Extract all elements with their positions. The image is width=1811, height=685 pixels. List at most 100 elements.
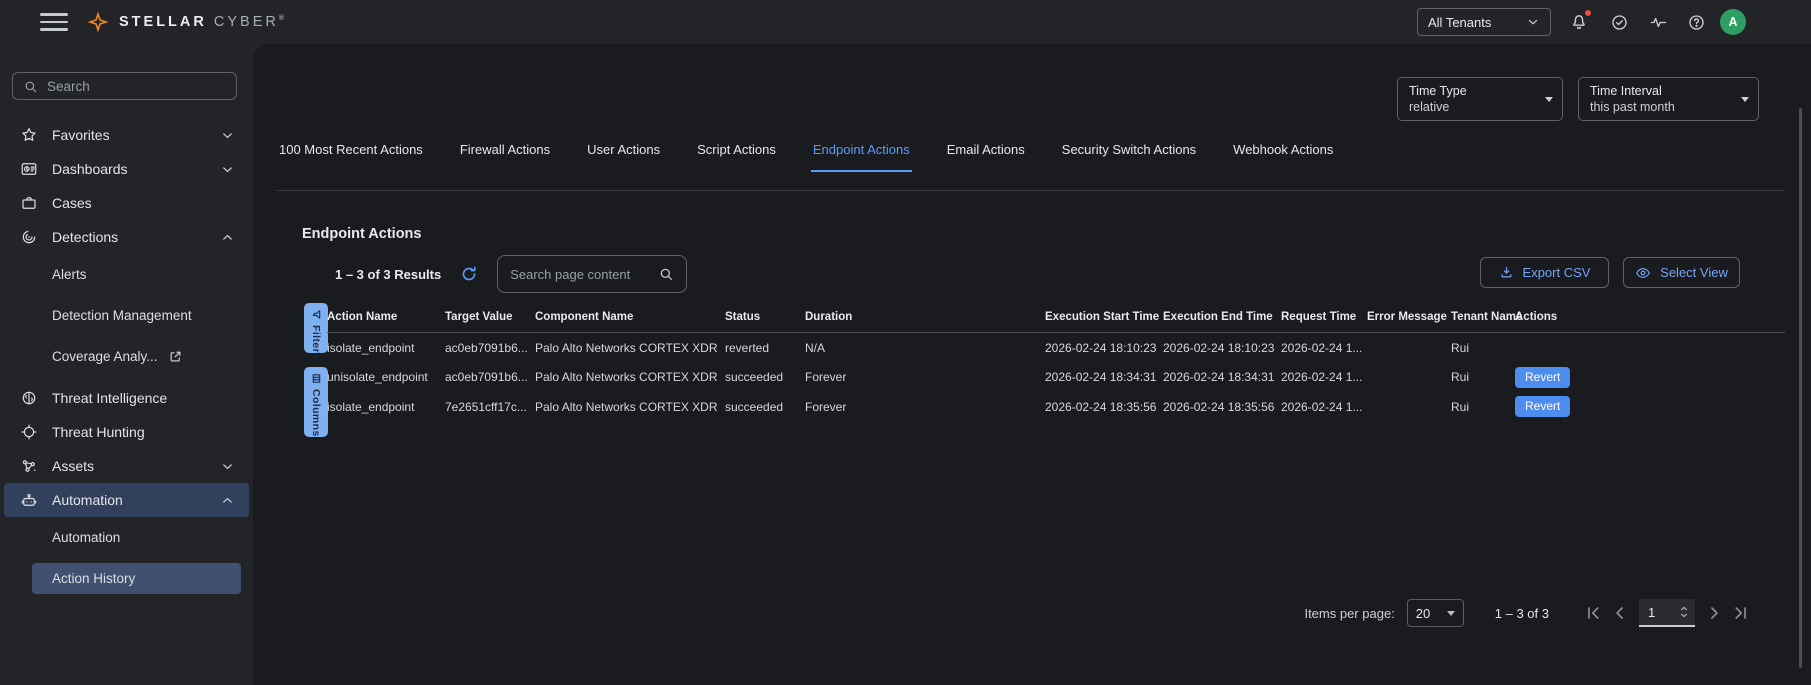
sidebar-item-coverage-analysis[interactable]: Coverage Analy... xyxy=(0,336,253,377)
column-header-error-message[interactable]: Error Message xyxy=(1367,311,1451,323)
tab-script-actions[interactable]: Script Actions xyxy=(695,128,778,172)
column-header-execution-end-time[interactable]: Execution End Time xyxy=(1163,311,1281,323)
column-header-duration[interactable]: Duration xyxy=(805,311,1045,323)
export-csv-label: Export CSV xyxy=(1523,265,1591,280)
page-title: Endpoint Actions xyxy=(302,226,421,242)
sidebar-item-automation-sub[interactable]: Automation xyxy=(0,517,253,558)
column-header-request-time[interactable]: Request Time xyxy=(1281,311,1367,323)
menu-icon[interactable] xyxy=(40,13,68,31)
time-interval-select[interactable]: Time Interval this past month xyxy=(1578,77,1759,121)
sidebar-item-detection-management[interactable]: Detection Management xyxy=(0,295,253,336)
help-icon[interactable] xyxy=(1687,13,1706,32)
cell-action-name: isolate_endpoint xyxy=(327,400,445,414)
items-per-page-value: 20 xyxy=(1416,606,1430,621)
column-header-tenant-name[interactable]: Tenant Name xyxy=(1451,311,1515,323)
tab-security-switch-actions[interactable]: Security Switch Actions xyxy=(1060,128,1198,172)
notifications-bell-icon[interactable] xyxy=(1569,11,1591,33)
tab-100-most-recent-actions[interactable]: 100 Most Recent Actions xyxy=(277,128,425,172)
cell-component-name: Palo Alto Networks CORTEX XDR xyxy=(535,370,725,384)
table-toolbar: 1 – 3 of 3 Results xyxy=(335,255,687,293)
tab-webhook-actions[interactable]: Webhook Actions xyxy=(1231,128,1335,172)
columns-button-label: Columns xyxy=(310,389,322,437)
cell-execution-end-time: 2026-02-24 18:10:23 xyxy=(1163,341,1281,355)
page-content-search-input[interactable] xyxy=(510,267,650,282)
sidebar-item-label: Coverage Analy... xyxy=(52,349,158,364)
column-header-action-name[interactable]: Action Name xyxy=(327,311,445,323)
sidebar-item-label: Action History xyxy=(52,571,135,586)
column-header-component-name[interactable]: Component Name xyxy=(535,311,725,323)
last-page-icon[interactable] xyxy=(1730,603,1750,623)
table-rail: Filters Columns xyxy=(304,303,328,437)
chevron-up-icon xyxy=(220,230,235,245)
revert-button[interactable]: Revert xyxy=(1515,396,1570,417)
items-per-page-select[interactable]: 20 xyxy=(1407,599,1464,627)
previous-page-icon[interactable] xyxy=(1610,603,1630,623)
next-page-icon[interactable] xyxy=(1704,603,1724,623)
column-header-target-value[interactable]: Target Value xyxy=(445,311,535,323)
tabs-divider xyxy=(277,190,1785,191)
system-health-pulse-icon[interactable] xyxy=(1649,13,1668,32)
tab-user-actions[interactable]: User Actions xyxy=(585,128,662,172)
sidebar-item-label: Cases xyxy=(52,195,92,211)
sidebar-item-assets[interactable]: Assets xyxy=(0,449,253,483)
tenant-selector[interactable]: All Tenants xyxy=(1417,8,1551,36)
column-header-status[interactable]: Status xyxy=(725,311,805,323)
network-nodes-icon xyxy=(20,457,38,475)
filters-button[interactable]: Filters xyxy=(304,303,328,353)
tenant-selector-value: All Tenants xyxy=(1428,15,1491,30)
first-page-icon[interactable] xyxy=(1584,603,1604,623)
scrollbar[interactable] xyxy=(1799,108,1802,668)
caret-down-icon xyxy=(1545,97,1553,102)
sidebar-item-threat-intelligence[interactable]: Threat Intelligence xyxy=(0,381,253,415)
time-type-label: Time Type xyxy=(1409,83,1536,99)
table-header-row: Action NameTarget ValueComponent NameSta… xyxy=(327,301,1785,333)
cell-status: reverted xyxy=(725,341,805,355)
sidebar-item-action-history[interactable]: Action History xyxy=(32,563,241,594)
sidebar-search[interactable] xyxy=(12,72,237,100)
cell-component-name: Palo Alto Networks CORTEX XDR xyxy=(535,400,725,414)
sidebar-item-detections[interactable]: Detections xyxy=(0,220,253,254)
time-type-select[interactable]: Time Type relative xyxy=(1397,77,1563,121)
sidebar-search-input[interactable] xyxy=(47,79,226,94)
sidebar: Favorites Dashboards Cases Detecti xyxy=(0,44,253,685)
sidebar-item-threat-hunting[interactable]: Threat Hunting xyxy=(0,415,253,449)
page-number-input[interactable] xyxy=(1648,605,1674,620)
brand-logo: STELLAR CYBER® xyxy=(86,0,284,44)
tab-endpoint-actions[interactable]: Endpoint Actions xyxy=(811,128,912,172)
column-header-execution-start-time[interactable]: Execution Start Time xyxy=(1045,311,1163,323)
export-csv-button[interactable]: Export CSV xyxy=(1480,257,1609,288)
pagination: Items per page: 20 1 – 3 of 3 xyxy=(1304,598,1753,628)
page-number-field[interactable] xyxy=(1639,599,1695,627)
cell-duration: N/A xyxy=(805,341,1045,355)
sidebar-item-automation[interactable]: Automation xyxy=(4,483,249,517)
tab-firewall-actions[interactable]: Firewall Actions xyxy=(458,128,552,172)
column-header-actions[interactable]: Actions xyxy=(1515,311,1785,323)
columns-button[interactable]: Columns xyxy=(304,367,328,437)
revert-button[interactable]: Revert xyxy=(1515,367,1570,388)
sidebar-item-label: Threat Hunting xyxy=(52,424,145,440)
search-icon xyxy=(658,266,674,282)
items-per-page-label: Items per page: xyxy=(1304,606,1394,621)
sidebar-item-dashboards[interactable]: Dashboards xyxy=(0,152,253,186)
sidebar-item-label: Assets xyxy=(52,458,94,474)
caret-down-icon xyxy=(1741,97,1749,102)
sidebar-item-label: Threat Intelligence xyxy=(52,390,167,406)
filters-button-label: Filters xyxy=(310,325,322,359)
cell-status: succeeded xyxy=(725,400,805,414)
chevron-down-icon xyxy=(220,459,235,474)
page-content-search[interactable] xyxy=(497,255,687,293)
sidebar-item-favorites[interactable]: Favorites xyxy=(0,118,253,152)
sidebar-item-cases[interactable]: Cases xyxy=(0,186,253,220)
select-view-button[interactable]: Select View xyxy=(1623,257,1740,288)
page-spinner-icon[interactable] xyxy=(1677,603,1691,621)
user-avatar[interactable]: A xyxy=(1720,9,1746,35)
cell-tenant-name: Rui xyxy=(1451,341,1515,355)
refresh-icon[interactable] xyxy=(459,264,479,284)
cell-target-value: ac0eb7091b6... xyxy=(445,370,535,384)
sidebar-item-label: Detections xyxy=(52,229,118,245)
tasks-check-icon[interactable] xyxy=(1610,13,1629,32)
eye-icon xyxy=(1635,265,1651,281)
sidebar-item-alerts[interactable]: Alerts xyxy=(0,254,253,295)
cell-request-time: 2026-02-24 1... xyxy=(1281,370,1367,384)
tab-email-actions[interactable]: Email Actions xyxy=(945,128,1027,172)
